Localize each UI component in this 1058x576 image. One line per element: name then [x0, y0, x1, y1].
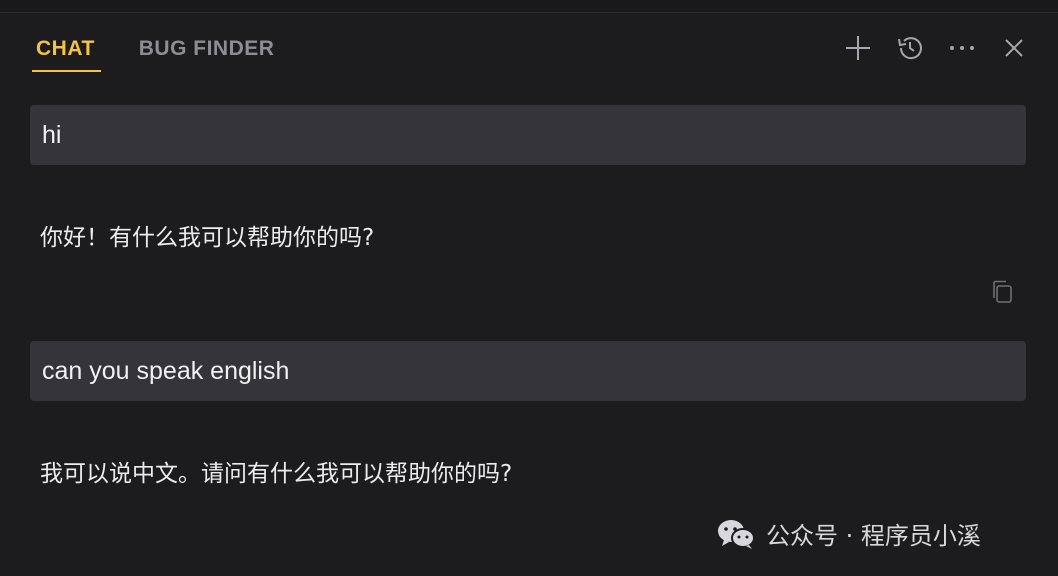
tab-bar: CHAT BUG FINDER [32, 36, 275, 72]
watermark: 公众号 · 程序员小溪 [716, 516, 981, 551]
assistant-message-text: 你好！有什么我可以帮助你的吗? [40, 225, 375, 251]
tab-chat[interactable]: CHAT [32, 36, 101, 72]
user-message: hi [30, 105, 1026, 165]
wechat-icon [718, 519, 755, 549]
plus-icon [846, 36, 870, 60]
close-button[interactable] [998, 32, 1030, 64]
close-icon [1005, 39, 1023, 57]
toolbar [842, 32, 1030, 64]
watermark-text: 公众号 · 程序员小溪 [766, 522, 981, 550]
copy-icon [993, 280, 1012, 303]
user-message-text: can you speak english [42, 356, 290, 385]
tab-bug-finder[interactable]: BUG FINDER [139, 36, 275, 70]
assistant-message: 你好！有什么我可以帮助你的吗? [40, 218, 374, 252]
user-message: can you speak english [30, 341, 1026, 401]
new-chat-button[interactable] [842, 32, 874, 64]
assistant-message-text: 我可以说中文。请问有什么我可以帮助你的吗? [40, 461, 513, 487]
panel-top-edge [0, 0, 1058, 13]
assistant-message: 我可以说中文。请问有什么我可以帮助你的吗? [40, 454, 512, 488]
user-message-text: hi [42, 120, 62, 149]
copy-response-button[interactable] [988, 278, 1016, 306]
more-options-button[interactable] [946, 32, 978, 64]
history-icon [898, 37, 922, 60]
more-icon [950, 46, 974, 50]
history-button[interactable] [894, 32, 926, 64]
